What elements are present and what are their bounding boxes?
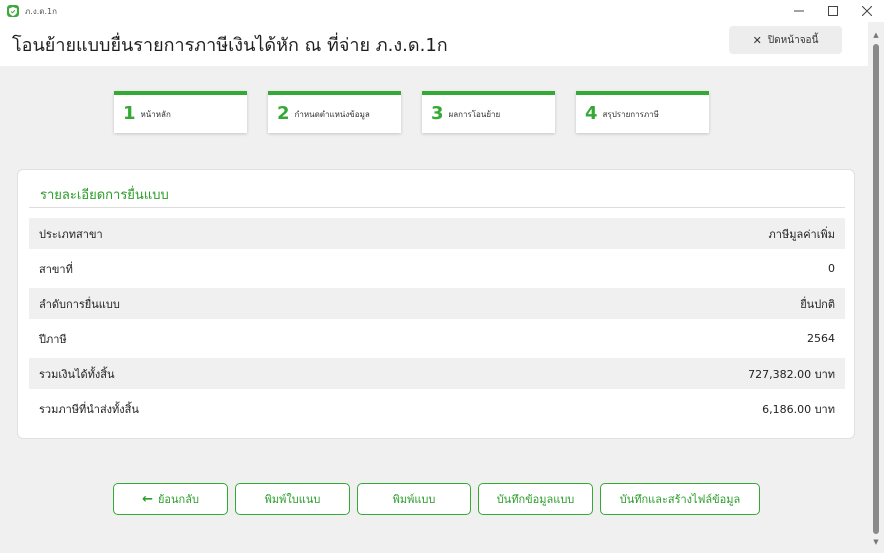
- step-number: 3: [431, 103, 444, 124]
- shield-icon: [7, 5, 19, 17]
- close-page-label: ปิดหน้าจอนี้: [767, 34, 819, 46]
- window-close-button[interactable]: [850, 0, 884, 22]
- step-label: หน้าหลัก: [140, 109, 171, 119]
- detail-label: รวมเงินได้ทั้งสิ้น: [39, 367, 115, 381]
- arrow-left-icon: ←: [142, 491, 153, 507]
- step-number: 1: [123, 103, 136, 124]
- divider: [29, 207, 845, 208]
- step-3-transfer-result[interactable]: 3 ผลการโอนย้าย: [422, 91, 555, 133]
- scroll-up-icon[interactable]: ▲: [868, 28, 884, 42]
- print-attachment-label: พิมพ์ใบแนบ: [264, 493, 321, 506]
- detail-label: รวมภาษีที่นำส่งทั้งสิ้น: [39, 402, 139, 416]
- scrollbar-thumb[interactable]: [873, 44, 879, 534]
- main-content: โอนย้ายแบบยื่นรายการภาษีเงินได้หัก ณ ที่…: [0, 22, 868, 553]
- detail-label: สาขาที่: [39, 262, 73, 276]
- minimize-button[interactable]: [782, 0, 816, 22]
- save-form-data-button[interactable]: บันทึกข้อมูลแบบ: [478, 483, 593, 515]
- filing-details-card: รายละเอียดการยื่นแบบ ประเภทสาขา ภาษีมูลค…: [17, 169, 855, 439]
- detail-value: 2564: [807, 332, 835, 345]
- print-form-button[interactable]: พิมพ์แบบ: [357, 483, 471, 515]
- detail-row-tax-year: ปีภาษี 2564: [29, 323, 845, 354]
- step-4-tax-summary[interactable]: 4 สรุปรายการภาษี: [576, 91, 709, 133]
- back-label: ย้อนกลับ: [157, 493, 199, 506]
- detail-row-branch-no: สาขาที่ 0: [29, 253, 845, 284]
- detail-row-total-tax: รวมภาษีที่นำส่งทั้งสิ้น 6,186.00 บาท: [29, 393, 845, 424]
- step-number: 4: [585, 103, 598, 124]
- print-attachment-button[interactable]: พิมพ์ใบแนบ: [235, 483, 350, 515]
- detail-row-filing-sequence: ลำดับการยื่นแบบ ยื่นปกติ: [29, 288, 845, 319]
- page-title: โอนย้ายแบบยื่นรายการภาษีเงินได้หัก ณ ที่…: [12, 35, 448, 56]
- step-label: ผลการโอนย้าย: [448, 109, 501, 119]
- window-title: ภ.ง.ด.1ก: [25, 6, 57, 16]
- step-label: กำหนดตำแหน่งข้อมูล: [294, 109, 370, 119]
- detail-row-total-income: รวมเงินได้ทั้งสิ้น 727,382.00 บาท: [29, 358, 845, 389]
- window-titlebar: ภ.ง.ด.1ก: [0, 0, 884, 22]
- card-title: รายละเอียดการยื่นแบบ: [40, 188, 169, 203]
- scroll-down-icon[interactable]: ▼: [868, 535, 884, 549]
- step-1-home[interactable]: 1 หน้าหลัก: [114, 91, 247, 133]
- step-2-mapping[interactable]: 2 กำหนดตำแหน่งข้อมูล: [268, 91, 401, 133]
- close-page-button[interactable]: ✕ ปิดหน้าจอนี้: [729, 26, 842, 54]
- detail-label: ลำดับการยื่นแบบ: [39, 297, 120, 311]
- close-icon: ✕: [752, 33, 762, 47]
- detail-value: ยื่นปกติ: [800, 297, 835, 311]
- detail-value: 6,186.00 บาท: [762, 402, 835, 416]
- print-form-label: พิมพ์แบบ: [392, 493, 436, 506]
- save-form-data-label: บันทึกข้อมูลแบบ: [496, 493, 575, 506]
- detail-value: 0: [828, 262, 835, 275]
- maximize-button[interactable]: [816, 0, 850, 22]
- page-header: โอนย้ายแบบยื่นรายการภาษีเงินได้หัก ณ ที่…: [0, 22, 868, 66]
- step-number: 2: [277, 103, 290, 124]
- detail-label: ประเภทสาขา: [39, 227, 103, 241]
- back-button[interactable]: ← ย้อนกลับ: [113, 483, 228, 515]
- detail-value: 727,382.00 บาท: [748, 367, 835, 381]
- detail-row-branch-type: ประเภทสาขา ภาษีมูลค่าเพิ่ม: [29, 218, 845, 249]
- detail-label: ปีภาษี: [39, 332, 67, 346]
- save-and-create-file-label: บันทึกและสร้างไฟล์ข้อมูล: [619, 493, 741, 506]
- vertical-scrollbar[interactable]: ▲ ▼: [868, 22, 884, 553]
- step-label: สรุปรายการภาษี: [602, 109, 659, 119]
- detail-value: ภาษีมูลค่าเพิ่ม: [768, 227, 835, 241]
- save-and-create-file-button[interactable]: บันทึกและสร้างไฟล์ข้อมูล: [600, 483, 760, 515]
